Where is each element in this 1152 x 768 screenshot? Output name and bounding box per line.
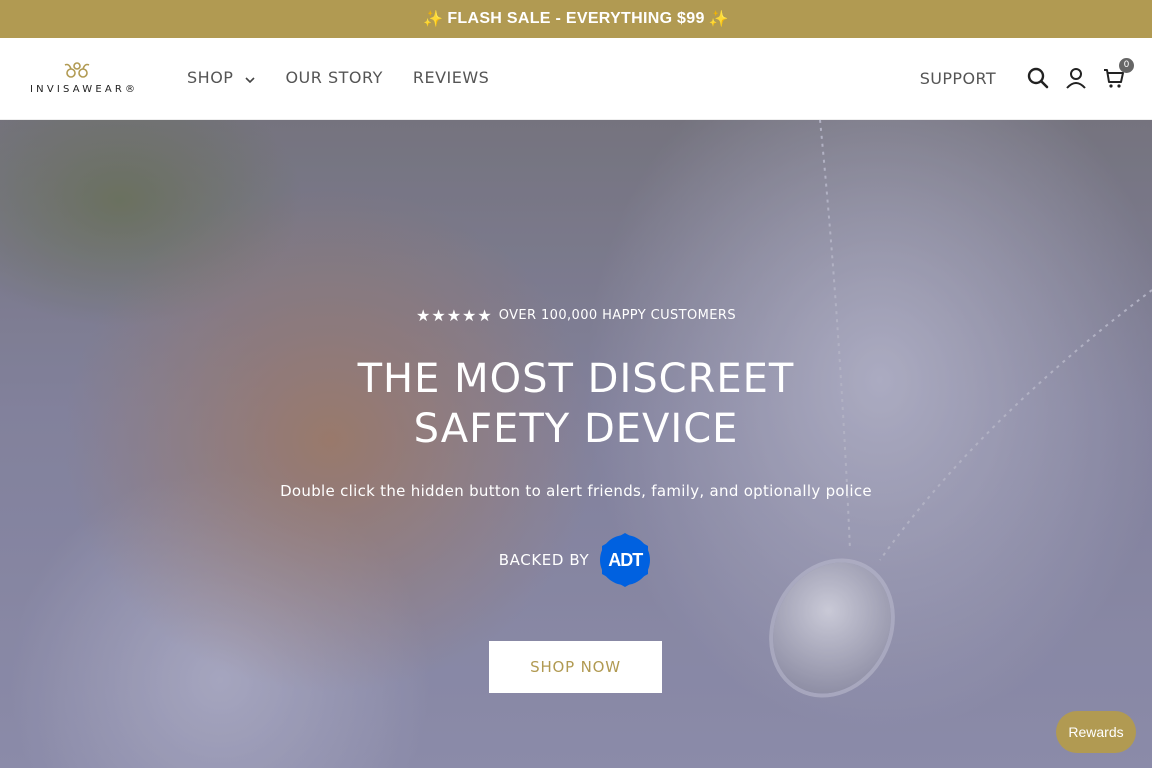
rewards-button[interactable]: Rewards [1056, 711, 1136, 753]
brand-logo[interactable]: INVISAWEAR® [30, 60, 139, 100]
nav-shop[interactable]: SHOP [187, 68, 256, 87]
cart-count-badge: 0 [1119, 58, 1134, 73]
hero-content: ★★★★★ OVER 100,000 HAPPY CUSTOMERS THE M… [0, 120, 1152, 768]
nav-our-story-label: OUR STORY [285, 68, 383, 87]
headline-line-2: SAFETY DEVICE [413, 406, 739, 452]
logo-wordmark: INVISAWEAR® [30, 84, 139, 95]
star-rating-icon: ★★★★★ [416, 306, 493, 325]
rating-row: ★★★★★ OVER 100,000 HAPPY CUSTOMERS [0, 306, 1152, 325]
account-icon[interactable] [1064, 66, 1088, 90]
logo-mark-icon [64, 62, 90, 78]
rating-text: OVER 100,000 HAPPY CUSTOMERS [498, 308, 736, 323]
header-tools: SUPPORT 0 [920, 58, 1134, 90]
support-link[interactable]: SUPPORT [920, 69, 996, 88]
chevron-down-icon[interactable] [245, 72, 256, 86]
shop-now-button[interactable]: SHOP NOW [489, 641, 662, 693]
site-header: INVISAWEAR® SHOP OUR STORY REVIEWS SUPPO… [0, 38, 1152, 120]
nav-reviews-label: REVIEWS [412, 68, 490, 87]
main-nav: SHOP OUR STORY REVIEWS [187, 68, 519, 87]
search-icon[interactable] [1026, 66, 1050, 90]
nav-shop-label: SHOP [187, 68, 234, 87]
announcement-bar: ✨ FLASH SALE - EVERYTHING $99 ✨ [0, 0, 1152, 38]
hero-banner: ★★★★★ OVER 100,000 HAPPY CUSTOMERS THE M… [0, 120, 1152, 768]
adt-logo-icon: ADT [597, 532, 653, 588]
sparkle-icon: ✨ [423, 11, 444, 28]
hero-subline: Double click the hidden button to alert … [280, 482, 872, 500]
adt-logo-text: ADT [608, 550, 643, 570]
backed-by-row: BACKED BY ADT [0, 532, 1152, 588]
cart-icon[interactable]: 0 [1102, 58, 1134, 90]
nav-our-story[interactable]: OUR STORY [285, 68, 382, 87]
hero-headline: THE MOST DISCREET SAFETY DEVICE [0, 354, 1152, 454]
nav-reviews[interactable]: REVIEWS [413, 68, 489, 87]
backed-by-label: BACKED BY [498, 551, 590, 569]
headline-line-1: THE MOST DISCREET [357, 356, 795, 402]
announcement-text: FLASH SALE - EVERYTHING $99 [447, 10, 705, 27]
sparkle-icon: ✨ [708, 11, 729, 28]
